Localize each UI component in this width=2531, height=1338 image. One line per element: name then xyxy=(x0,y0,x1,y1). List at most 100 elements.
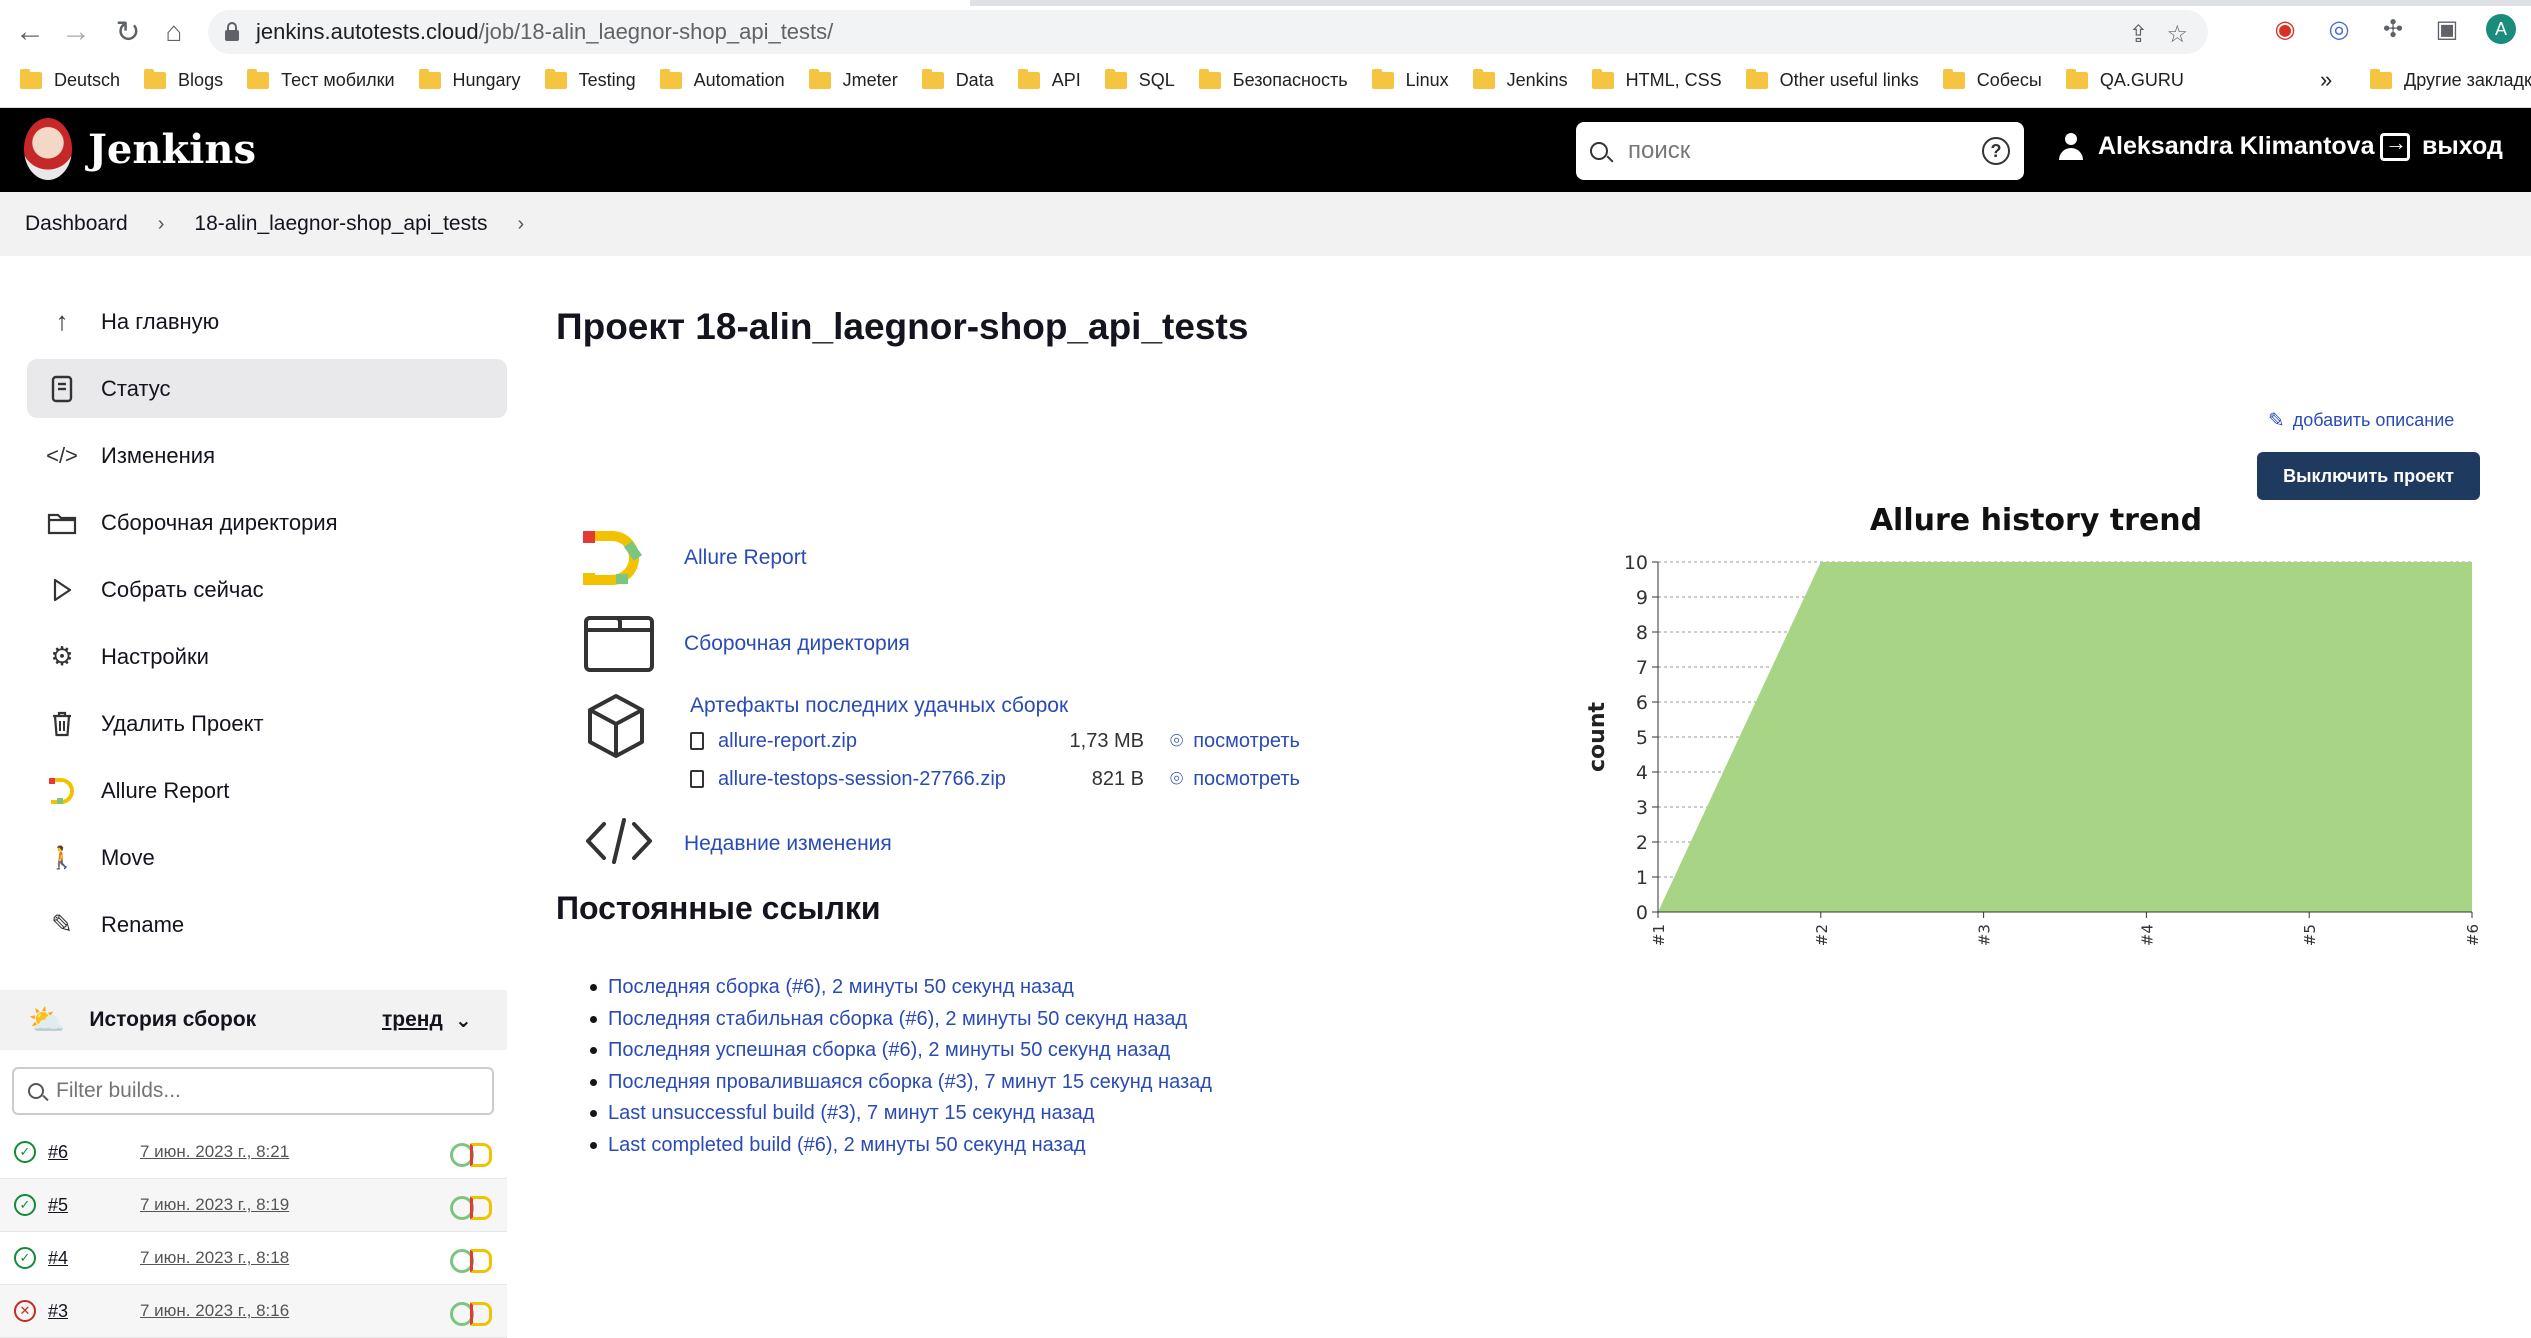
trend-link[interactable]: тренд xyxy=(382,1008,443,1032)
artifact-view-link[interactable]: посмотреть xyxy=(1193,730,1300,753)
user-link[interactable]: Aleksandra Klimantova xyxy=(2058,132,2375,161)
recent-changes-link[interactable]: Недавние изменения xyxy=(684,832,892,856)
build-date[interactable]: 7 июн. 2023 г., 8:19 xyxy=(140,1195,450,1215)
bookmark-item[interactable]: Jmeter xyxy=(808,68,898,91)
address-bar[interactable]: jenkins.autotests.cloud/job/18-alin_laeg… xyxy=(208,10,2208,54)
chevron-right-icon[interactable]: › xyxy=(517,213,524,236)
permalink-link[interactable]: Последняя стабильная сборка (#6), 2 мину… xyxy=(608,1008,1187,1031)
chevron-down-icon[interactable]: ⌄ xyxy=(455,1008,472,1033)
star-icon[interactable]: ☆ xyxy=(2166,20,2188,49)
bookmark-item[interactable]: Deutsch xyxy=(20,68,120,91)
bookmark-item[interactable]: QA.GURU xyxy=(2065,68,2184,91)
sidebar: ↑ На главную Статус </> Изменения Сборочна… xyxy=(27,292,507,962)
sidebar-item-delete[interactable]: Удалить Проект xyxy=(27,694,507,753)
artifacts-link[interactable]: Артефакты последних удачных сборок xyxy=(690,694,1068,718)
add-description-link[interactable]: ✎ добавить описание xyxy=(2268,408,2454,433)
artifact-view-link[interactable]: посмотреть xyxy=(1193,768,1300,791)
allure-badge-icon[interactable] xyxy=(450,1247,494,1273)
build-number-link[interactable]: #5 xyxy=(48,1195,140,1216)
fingerprint-icon[interactable]: ⌾ xyxy=(1170,766,1183,792)
allure-report-link[interactable]: Allure Report xyxy=(684,546,807,570)
build-number-link[interactable]: #4 xyxy=(48,1248,140,1269)
sidebar-item-allure[interactable]: Allure Report xyxy=(27,761,507,820)
bookmark-item[interactable]: Тест мобилки xyxy=(247,68,395,91)
sidebar-item-move[interactable]: 🚶 Move xyxy=(27,828,507,887)
extension-icon[interactable]: ◎ xyxy=(2324,14,2354,44)
x-tick-label: #3 xyxy=(1976,924,1994,946)
logout-link[interactable]: выход xyxy=(2380,130,2503,161)
forward-icon[interactable]: → xyxy=(56,12,96,52)
breadcrumb-project[interactable]: 18-alin_laegnor-shop_api_tests xyxy=(194,212,487,236)
pencil-icon: ✎ xyxy=(2268,410,2285,432)
bookmark-item[interactable]: API xyxy=(1017,68,1081,91)
bookmark-item[interactable]: Other useful links xyxy=(1745,68,1919,91)
breadcrumb-dashboard[interactable]: Dashboard xyxy=(25,212,128,236)
artifact-file-link[interactable]: allure-testops-session-27766.zip xyxy=(718,768,1034,791)
share-icon[interactable]: ⇪ xyxy=(2128,20,2148,49)
permalink-link[interactable]: Last completed build (#6), 2 минуты 50 с… xyxy=(608,1134,1086,1157)
bookmark-item[interactable]: Data xyxy=(921,68,994,91)
workspace-link[interactable]: Сборочная директория xyxy=(684,632,910,656)
y-axis-label: count xyxy=(1585,702,1610,772)
build-row[interactable]: ✓ #4 7 июн. 2023 г., 8:18 xyxy=(0,1232,507,1285)
allure-trend-chart[interactable]: Allure history trend 0 1 2 3 4 5 6 7 8 9 10 #1 #2 #3 #4… xyxy=(1580,490,2531,970)
reload-icon[interactable]: ↻ xyxy=(108,12,148,52)
profile-avatar[interactable]: A xyxy=(2486,14,2516,44)
permalink-item: Последняя сборка (#6), 2 минуты 50 секун… xyxy=(590,972,1212,1004)
user-icon xyxy=(2058,132,2084,161)
artifact-file-link[interactable]: allure-report.zip xyxy=(718,730,1034,753)
bookmark-item[interactable]: HTML, CSS xyxy=(1591,68,1722,91)
filter-builds-input[interactable] xyxy=(56,1079,492,1103)
build-row[interactable]: ✓ #6 7 июн. 2023 г., 8:21 xyxy=(0,1126,507,1179)
allure-badge-icon[interactable] xyxy=(450,1194,494,1220)
bookmark-item[interactable]: Automation xyxy=(659,68,785,91)
extension-icon[interactable]: ◉ xyxy=(2270,14,2300,44)
build-date[interactable]: 7 июн. 2023 г., 8:16 xyxy=(140,1301,450,1321)
puzzle-icon[interactable]: ✣ xyxy=(2378,14,2408,44)
permalink-link[interactable]: Последняя сборка (#6), 2 минуты 50 секун… xyxy=(608,976,1074,999)
sidebar-item-workspace[interactable]: Сборочная директория xyxy=(27,493,507,552)
sidebar-item-changes[interactable]: </> Изменения xyxy=(27,426,507,485)
bookmark-item[interactable]: Blogs xyxy=(144,68,223,91)
bookmark-item[interactable]: Собесы xyxy=(1942,68,2042,91)
jenkins-logo[interactable]: Jenkins xyxy=(24,118,256,180)
sidebar-item-rename[interactable]: ✎ Rename xyxy=(27,895,507,954)
sidebar-item-settings[interactable]: ⚙ Настройки xyxy=(27,627,507,686)
fingerprint-icon[interactable]: ⌾ xyxy=(1170,728,1183,754)
permalink-link[interactable]: Last unsuccessful build (#3), 7 минут 15… xyxy=(608,1102,1094,1125)
bookmark-item[interactable]: Безопасность xyxy=(1198,68,1348,91)
x-tick-label: #5 xyxy=(2301,924,2319,946)
sidebar-item-status[interactable]: Статус xyxy=(27,359,507,418)
bookmark-item[interactable]: Testing xyxy=(544,68,636,91)
bookmark-item[interactable]: Linux xyxy=(1371,68,1449,91)
other-bookmarks[interactable]: Другие закладки xyxy=(2370,68,2531,91)
search-input[interactable] xyxy=(1628,137,1982,165)
permalink-link[interactable]: Последняя провалившаяся сборка (#3), 7 м… xyxy=(608,1071,1212,1094)
sidebar-item-home[interactable]: ↑ На главную xyxy=(27,292,507,351)
build-row[interactable]: ✓ #5 7 июн. 2023 г., 8:19 xyxy=(0,1179,507,1232)
y-tick-label: 8 xyxy=(1636,622,1648,644)
permalink-link[interactable]: Последняя успешная сборка (#6), 2 минуты… xyxy=(608,1039,1170,1062)
bookmark-item[interactable]: SQL xyxy=(1104,68,1175,91)
build-row[interactable]: ✕ #3 7 июн. 2023 г., 8:16 xyxy=(0,1285,507,1338)
artifact-row: allure-testops-session-27766.zip 821 B ⌾ по… xyxy=(690,760,1300,798)
folder-icon xyxy=(1017,68,1040,89)
build-number-link[interactable]: #6 xyxy=(48,1142,140,1163)
allure-badge-icon[interactable] xyxy=(450,1141,494,1167)
active-tab[interactable] xyxy=(0,0,970,6)
bookmark-item[interactable]: Hungary xyxy=(418,68,521,91)
build-date[interactable]: 7 июн. 2023 г., 8:21 xyxy=(140,1142,450,1162)
folder-icon xyxy=(544,68,567,89)
permalinks-list: Последняя сборка (#6), 2 минуты 50 секун… xyxy=(590,972,1212,1161)
y-tick-label: 4 xyxy=(1636,762,1648,784)
bookmark-item[interactable]: Jenkins xyxy=(1472,68,1568,91)
home-icon[interactable]: ⌂ xyxy=(154,12,194,52)
build-date[interactable]: 7 июн. 2023 г., 8:18 xyxy=(140,1248,450,1268)
help-icon[interactable]: ? xyxy=(1982,137,2010,165)
allure-badge-icon[interactable] xyxy=(450,1300,494,1326)
back-icon[interactable]: ← xyxy=(10,12,50,52)
bookmarks-overflow-icon[interactable]: » xyxy=(2320,67,2332,93)
sidepanel-icon[interactable]: ▣ xyxy=(2432,14,2462,44)
sidebar-item-build-now[interactable]: Собрать сейчас xyxy=(27,560,507,619)
build-number-link[interactable]: #3 xyxy=(48,1301,140,1322)
